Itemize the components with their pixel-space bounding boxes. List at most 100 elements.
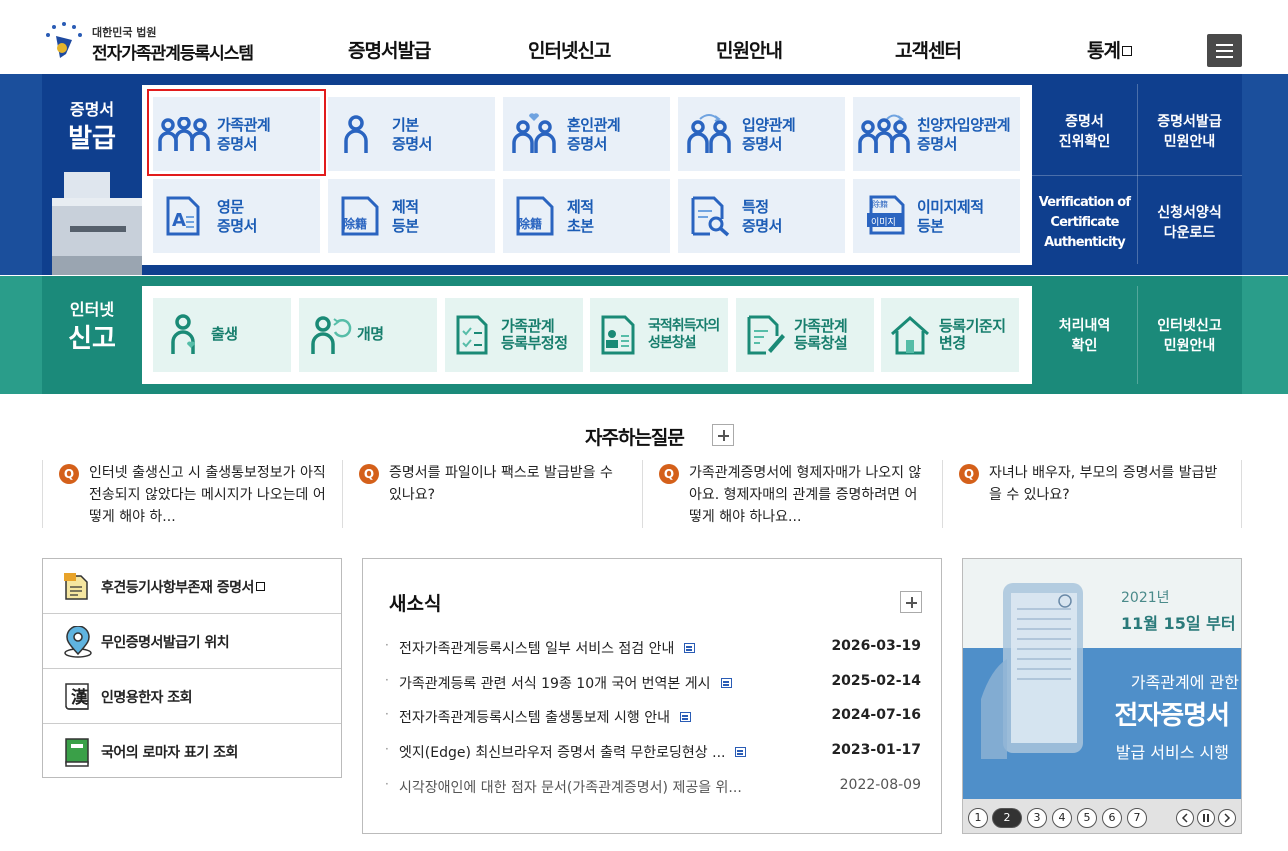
- court-emblem-icon: [46, 22, 82, 58]
- verification-english-link[interactable]: Verification of Certificate Authenticity: [1032, 193, 1137, 253]
- card-nationality-surname[interactable]: 국적취득자의 성본창설: [590, 298, 728, 372]
- process-history-link[interactable]: 처리내역 확인: [1032, 316, 1137, 356]
- card-marriage-certificate[interactable]: 혼인관계 증명서: [503, 97, 670, 171]
- document-icon: [64, 573, 88, 600]
- hamburger-line: [1216, 50, 1233, 52]
- next-slide-button[interactable]: [1218, 809, 1236, 827]
- all-menu-button[interactable]: [1207, 34, 1242, 67]
- card-removed-register-abstract[interactable]: 除籍 제적 초본: [503, 179, 670, 253]
- card-label: 제적 등본: [392, 198, 419, 235]
- quick-link-romanization[interactable]: 국어의 로마자 표기 조회: [43, 724, 341, 779]
- image-icon-text: 이미지: [871, 218, 896, 228]
- side-divider: [1032, 175, 1242, 176]
- banner-page-2[interactable]: 2: [992, 808, 1022, 828]
- question-icon: Q: [959, 464, 979, 484]
- card-label: 특정 증명서: [742, 198, 782, 235]
- banner-line3: 발급 서비스 시행: [1115, 743, 1229, 762]
- news-item[interactable]: · 시각장애인에 대한 점자 문서(가족관계증명서) 제공을 위... 2022…: [385, 777, 921, 797]
- document-pen-icon: [747, 315, 785, 355]
- card-register-creation[interactable]: 가족관계 등록창설: [736, 298, 874, 372]
- nav-customer[interactable]: 고객센터: [895, 36, 962, 63]
- news-item-date: 2026-03-19: [831, 638, 921, 654]
- document-search-icon: [691, 196, 730, 237]
- card-rename-report[interactable]: 개명: [299, 298, 437, 372]
- register-icon-text: 除籍: [343, 217, 368, 231]
- nav-guide[interactable]: 민원안내: [716, 36, 783, 63]
- news-item-title: 가족관계등록 관련 서식 19종 10개 국어 번역본 게시: [399, 673, 732, 693]
- house-icon: [891, 315, 929, 355]
- quick-links: 후견등기사항부존재 증명서 무인증명서발급기 위치 漢 인명용한자 조회 국어의…: [42, 558, 342, 778]
- card-removed-register-copy[interactable]: 除籍 제적 등본: [328, 179, 495, 253]
- bullet: ·: [385, 742, 389, 756]
- nav-report[interactable]: 인터넷신고: [528, 36, 611, 63]
- pause-icon: [1203, 814, 1209, 822]
- faq-item[interactable]: Q 가족관계증명서에 형제자매가 나오지 않아요. 형제자매의 관계를 증명하려…: [642, 460, 942, 528]
- banner-page-6[interactable]: 6: [1102, 808, 1122, 828]
- pause-button[interactable]: [1197, 809, 1215, 827]
- news-more-button[interactable]: [900, 591, 922, 613]
- faq-question: 증명서를 파일이나 팩스로 발급받을 수 있나요?: [389, 465, 613, 503]
- faq-item[interactable]: Q 인터넷 출생신고 시 출생통보정보가 아직 전송되지 않았다는 메시지가 나…: [42, 460, 342, 528]
- faq-item[interactable]: Q 자녀나 배우자, 부모의 증명서를 발급받을 수 있나요?: [942, 460, 1242, 528]
- card-base-address-change[interactable]: 등록기준지 변경: [881, 298, 1019, 372]
- quick-link-kiosk[interactable]: 무인증명서발급기 위치: [43, 614, 341, 669]
- card-specific-certificate[interactable]: 특정 증명서: [678, 179, 845, 253]
- card-label: 기본 증명서: [392, 116, 432, 153]
- prev-slide-button[interactable]: [1176, 809, 1194, 827]
- issuance-guide-link[interactable]: 증명서발급 민원안내: [1137, 112, 1242, 152]
- band-label-bottom: 신고: [68, 324, 116, 354]
- faq-title: 자주하는질문: [585, 427, 685, 449]
- news-item[interactable]: · 엣지(Edge) 최신브라우저 증명서 출력 무한로딩현상 ... 2023…: [385, 742, 921, 762]
- news-item-date: 2022-08-09: [839, 777, 921, 793]
- report-guide-link[interactable]: 인터넷신고 민원안내: [1137, 316, 1242, 356]
- faq-question: 가족관계증명서에 형제자매가 나오지 않아요. 형제자매의 관계를 증명하려면 …: [689, 465, 922, 525]
- news-item-date: 2023-01-17: [831, 742, 921, 758]
- card-basic-certificate[interactable]: 기본 증명서: [328, 97, 495, 171]
- banner-page-7[interactable]: 7: [1127, 808, 1147, 828]
- nav-issuance[interactable]: 증명서발급: [348, 36, 431, 63]
- nav-stats[interactable]: 통계: [1087, 36, 1132, 63]
- card-english-certificate[interactable]: A 영문 증명서: [153, 179, 320, 253]
- news-item-text: 가족관계등록 관련 서식 19종 10개 국어 번역본 게시: [399, 676, 711, 692]
- card-register-correction[interactable]: 가족관계 등록부정정: [445, 298, 583, 372]
- news-item[interactable]: · 전자가족관계등록시스템 일부 서비스 점검 안내 2026-03-19: [385, 638, 921, 658]
- birth-icon: [171, 314, 195, 354]
- band-label-bottom: 발급: [68, 124, 116, 154]
- card-label: 등록기준지 변경: [939, 317, 1006, 352]
- id-card-icon: [601, 315, 635, 355]
- card-label: 제적 초본: [567, 198, 594, 235]
- faq-more-button[interactable]: [712, 424, 734, 446]
- card-label: 혼인관계 증명서: [567, 116, 621, 153]
- news-item[interactable]: · 전자가족관계등록시스템 출생통보제 시행 안내 2024-07-16: [385, 707, 921, 727]
- banner-page-5[interactable]: 5: [1077, 808, 1097, 828]
- card-birth-report[interactable]: 출생: [153, 298, 291, 372]
- org-name: 대한민국 법원: [92, 26, 157, 39]
- notice-icon: [735, 747, 747, 757]
- adoption-icon: [687, 114, 731, 153]
- banner-page-4[interactable]: 4: [1052, 808, 1072, 828]
- notice-icon: [679, 712, 691, 722]
- quick-link-hanja[interactable]: 漢 인명용한자 조회: [43, 669, 341, 724]
- checklist-icon: [456, 315, 488, 355]
- form-download-link[interactable]: 신청서양식 다운로드: [1137, 203, 1242, 243]
- card-label: 이미지제적 등본: [917, 198, 984, 235]
- notice-icon: [720, 678, 732, 688]
- news-item[interactable]: · 가족관계등록 관련 서식 19종 10개 국어 번역본 게시 2025-02…: [385, 673, 921, 693]
- banner-page-1[interactable]: 1: [968, 808, 988, 828]
- card-image-register[interactable]: 除籍 이미지 이미지제적 등본: [853, 179, 1020, 253]
- nav-stats-label: 통계: [1087, 40, 1121, 62]
- phone-illustration-icon: [981, 583, 1083, 759]
- site-logo[interactable]: 대한민국 법원 전자가족관계등록시스템: [42, 18, 272, 64]
- svg-text:A: A: [172, 210, 186, 231]
- quick-link-guardianship[interactable]: 후견등기사항부존재 증명서: [43, 559, 341, 614]
- quick-link-text: 후견등기사항부존재 증명서: [101, 580, 254, 596]
- card-full-adoption-certificate[interactable]: 친양자입양관계 증명서: [853, 97, 1020, 171]
- question-icon: Q: [59, 464, 79, 484]
- faq-item[interactable]: Q 증명서를 파일이나 팩스로 발급받을 수 있나요?: [342, 460, 642, 528]
- card-adoption-certificate[interactable]: 입양관계 증명서: [678, 97, 845, 171]
- quick-link-label: 후견등기사항부존재 증명서: [101, 577, 265, 597]
- banner-line1: 가족관계에 관한: [1130, 673, 1239, 692]
- banner-page-3[interactable]: 3: [1027, 808, 1047, 828]
- banner-slide[interactable]: 2021년 11월 15일 부터 가족관계에 관한 전자증명서 발급 서비스 시…: [963, 559, 1241, 799]
- certificate-verify-link[interactable]: 증명서 진위확인: [1032, 112, 1137, 152]
